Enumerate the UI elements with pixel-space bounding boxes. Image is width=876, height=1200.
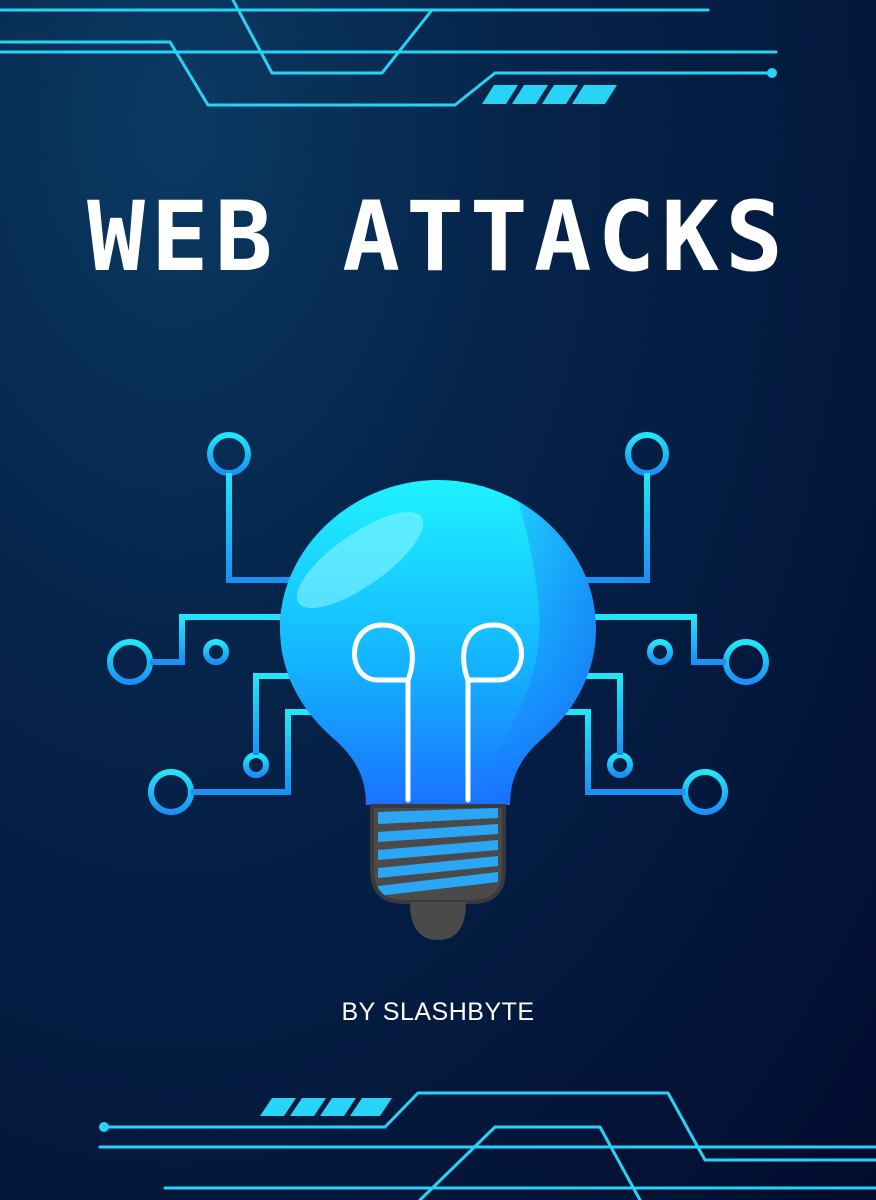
- bottom-circuit-decoration: [98, 1091, 876, 1200]
- lightbulb-circuit-icon: [107, 432, 769, 940]
- top-circuit-decoration: [0, 0, 778, 107]
- book-cover: WEB ATTACKS BY SLASHBYTE: [0, 0, 876, 1200]
- cover-author: BY SLASHBYTE: [341, 998, 535, 1026]
- cover-title: WEB ATTACKS: [87, 181, 789, 293]
